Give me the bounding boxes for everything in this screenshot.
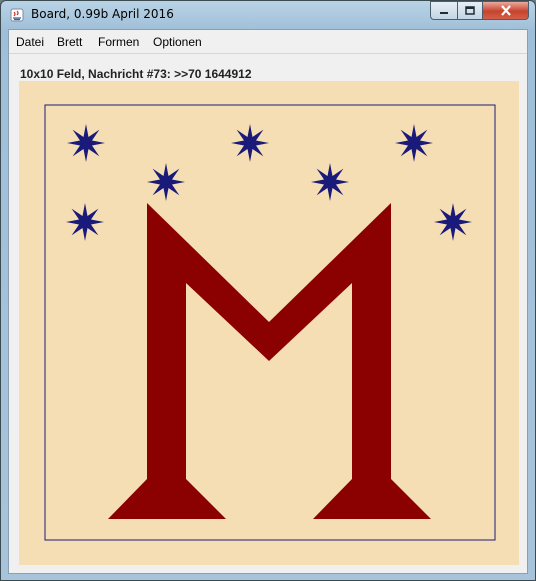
java-app-icon — [9, 7, 25, 23]
star-4 — [311, 163, 349, 201]
board-canvas[interactable] — [19, 81, 519, 565]
star-7 — [434, 203, 472, 241]
maximize-button[interactable] — [457, 1, 483, 20]
window-title: Board, 0.99b April 2016 — [31, 7, 174, 21]
close-button[interactable] — [483, 1, 529, 20]
menu-brett[interactable]: Brett — [57, 35, 82, 49]
menu-datei[interactable]: Datei — [16, 35, 44, 49]
star-2 — [147, 163, 185, 201]
menu-formen[interactable]: Formen — [98, 35, 139, 49]
maximize-icon — [465, 5, 475, 15]
menu-bar: Datei Brett Formen Optionen — [9, 30, 527, 54]
app-window: Board, 0.99b April 2016 Datei Brett Form… — [0, 0, 536, 581]
minimize-icon — [440, 11, 448, 14]
star-1 — [67, 124, 105, 162]
close-icon — [500, 5, 511, 16]
star-6 — [66, 203, 104, 241]
window-controls — [430, 1, 529, 21]
star-5 — [395, 124, 433, 162]
client-area: Datei Brett Formen Optionen 10x10 Feld, … — [8, 29, 528, 574]
title-bar[interactable]: Board, 0.99b April 2016 — [1, 1, 535, 29]
status-message: 10x10 Feld, Nachricht #73: >>70 1644912 — [20, 67, 252, 81]
menu-optionen[interactable]: Optionen — [153, 35, 202, 49]
star-3 — [231, 124, 269, 162]
minimize-button[interactable] — [430, 1, 457, 20]
